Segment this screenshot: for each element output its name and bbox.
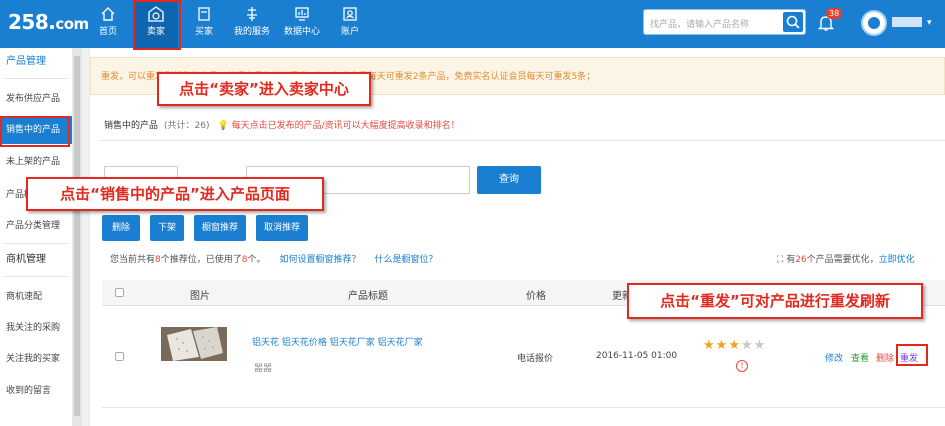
section-tip-text: 每天点击已发布的产品/资讯可以大幅度提高收录和排名！ (231, 121, 460, 131)
section-count: (共计：26) (164, 121, 210, 131)
home-icon (101, 7, 115, 21)
how-to-recommend-link[interactable]: 如何设置橱窗推荐？ (280, 255, 361, 265)
optimize-count: 26 (795, 255, 807, 265)
star-icon: ★ (703, 338, 716, 353)
sidebar-title: 产品管理 (6, 56, 46, 67)
nav-service[interactable]: 我的服务 (230, 0, 274, 48)
star-icon: ★ (753, 338, 767, 353)
account-icon (343, 7, 357, 21)
delete-link[interactable]: 删除 (876, 351, 894, 364)
product-thumbnail[interactable] (161, 327, 227, 361)
warning-icon[interactable]: ! (736, 360, 748, 372)
recommend-mid: 个推荐位，已使用了 (160, 255, 242, 265)
query-button[interactable]: 查询 (477, 166, 541, 194)
nav-buyer-label: 买家 (194, 27, 213, 37)
data-center-icon (295, 7, 309, 21)
sidebar-section-opportunity: 商机管理 (6, 254, 46, 265)
search-icon (786, 15, 800, 29)
highlight-republish (896, 344, 928, 366)
recommend-button[interactable]: 橱窗推荐 (194, 215, 246, 241)
col-title: 产品标题 (348, 291, 388, 302)
row-checkbox[interactable] (115, 352, 124, 361)
recommend-info: 您当前共有8个推荐位，已使用了8个。 如何设置橱窗推荐？ 什么是橱窗位？ (110, 252, 438, 265)
sidebar-divider (4, 276, 68, 277)
username-redacted[interactable] (892, 17, 922, 27)
sidebar-divider (4, 78, 68, 79)
delete-button[interactable]: 删除 (102, 215, 140, 241)
product-subtitle: 噐噐 (254, 364, 273, 374)
annotation-seller: 点击“卖家”进入卖家中心 (157, 72, 371, 106)
section-header: 销售中的产品 (共计：26) 💡 每天点击已发布的产品/资讯可以大幅度提高收录和排名… (104, 118, 460, 131)
sidebar-item-followed-purchases[interactable]: 我关注的采购 (0, 314, 72, 342)
product-price: 电话报价 (517, 354, 554, 364)
annotation-on-sale: 点击“销售中的产品”进入产品页面 (26, 177, 324, 211)
recommend-prefix: 您当前共有 (110, 255, 156, 265)
scrollbar-thumb[interactable] (74, 56, 80, 416)
select-all-checkbox[interactable] (115, 288, 124, 297)
nav-home-label: 首页 (98, 27, 117, 37)
star-icon: ★ (728, 338, 741, 353)
nav-service-label: 我的服务 (233, 27, 270, 37)
sidebar-scrollbar[interactable] (72, 48, 82, 426)
nav-data-center-label: 数据中心 (283, 27, 320, 37)
service-icon (247, 7, 257, 21)
annotation-republish: 点击“重发”可对产品进行重发刷新 (627, 283, 923, 319)
sidebar-divider (4, 243, 68, 244)
search-placeholder: 找产品，请输入产品名称 (650, 20, 750, 30)
unlist-button[interactable]: 下架 (150, 215, 184, 241)
avatar[interactable] (861, 10, 887, 36)
star-icon: ★ (740, 338, 754, 353)
optimize-suffix: 个产品需要优化， (806, 255, 879, 265)
sidebar-item-followers[interactable]: 关注我的买家 (0, 345, 72, 373)
lightbulb-icon: 💡 (217, 121, 229, 131)
optimize-prefix: 有 (786, 255, 796, 265)
section-title: 销售中的产品 (104, 121, 159, 131)
sidebar-item-category[interactable]: 产品分类管理 (0, 212, 72, 240)
product-title-link[interactable]: 铝天花 铝天花价格 铝天花厂家 铝天花厂家 (252, 335, 423, 348)
avatar-logo-icon (868, 17, 880, 29)
highlight-seller-nav (133, 0, 181, 50)
nav-account[interactable]: 账户 (328, 0, 372, 48)
star-icon: ★ (715, 338, 729, 353)
cancel-recommend-button[interactable]: 取消推荐 (256, 215, 308, 241)
site-logo[interactable]: 258.com (8, 10, 89, 34)
divider (100, 140, 945, 141)
rating-stars: ★★★★★ (703, 338, 766, 353)
section-tip: 💡 每天点击已发布的产品/资讯可以大幅度提高收录和排名！ (218, 121, 460, 131)
product-updated: 2016-11-05 01:00 (596, 351, 678, 361)
optimize-icon: ⛶ (777, 255, 784, 265)
logo-suffix: com (55, 15, 89, 33)
sidebar-item-messages[interactable]: 收到的留言 (0, 377, 72, 405)
sidebar-item-matching[interactable]: 商机速配 (0, 283, 72, 311)
buyer-icon (198, 7, 210, 21)
optimize-now-link[interactable]: 立即优化 (879, 255, 915, 265)
notification-badge: 38 (826, 8, 843, 19)
search-input[interactable]: 找产品，请输入产品名称 (643, 9, 806, 35)
nav-buyer[interactable]: 买家 (182, 0, 226, 48)
col-price: 价格 (526, 291, 546, 302)
edit-link[interactable]: 修改 (825, 351, 843, 364)
search-button[interactable] (783, 12, 803, 32)
what-is-showcase-link[interactable]: 什么是橱窗位？ (375, 255, 438, 265)
col-image: 图片 (190, 291, 210, 302)
chevron-down-icon[interactable]: ▾ (927, 18, 932, 28)
nav-account-label: 账户 (340, 27, 359, 37)
sidebar-item-unlisted[interactable]: 未上架的产品 (0, 148, 72, 176)
logo-text: 258. (8, 10, 56, 34)
sidebar-item-publish[interactable]: 发布供应产品 (0, 85, 72, 113)
view-link[interactable]: 查看 (851, 351, 869, 364)
nav-data-center[interactable]: 数据中心 (280, 0, 324, 48)
highlight-on-sale-item (0, 116, 70, 147)
nav-home[interactable]: 首页 (86, 0, 130, 48)
optimize-info: ⛶ 有26个产品需要优化，立即优化 (777, 252, 915, 265)
recommend-suffix: 个。 (247, 255, 266, 265)
